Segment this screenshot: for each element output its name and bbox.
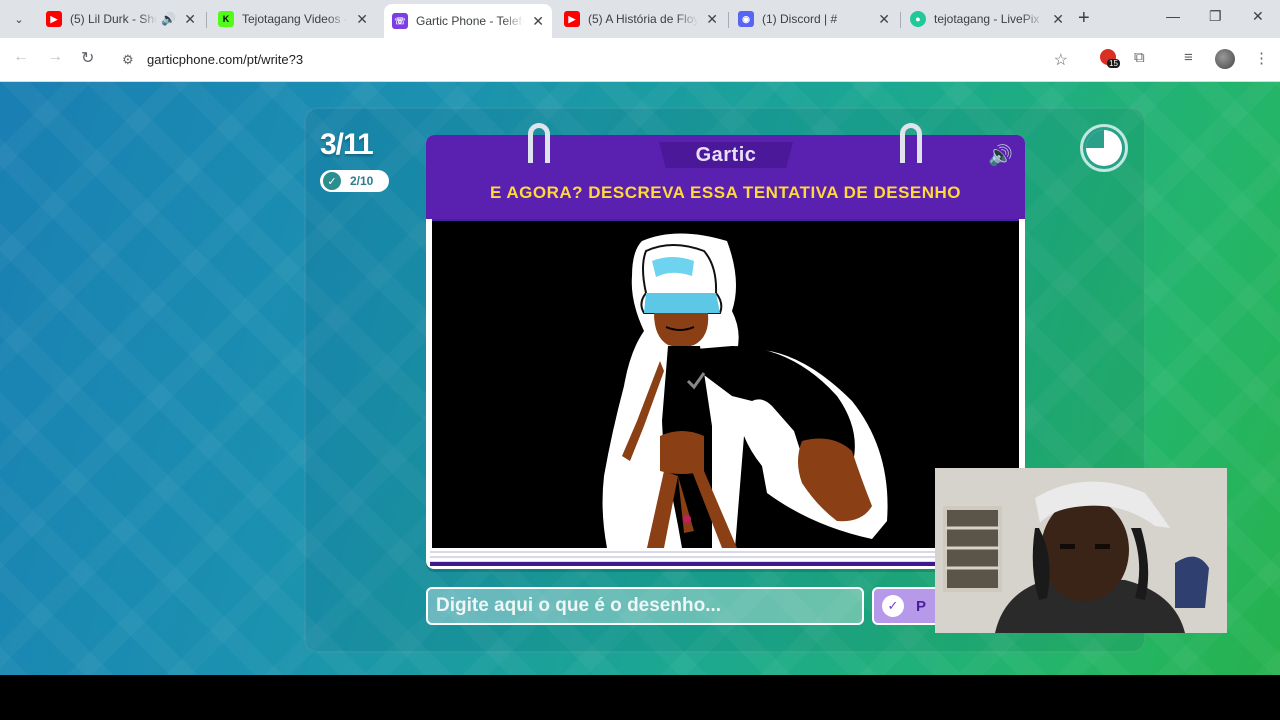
tab-title: tejotagang - LivePix [934,12,1040,26]
close-icon[interactable]: ✕ [356,11,368,28]
tab-gartic-phone[interactable]: ☏ Gartic Phone - Telefone ✕ [384,4,552,38]
address-bar[interactable]: ⚙ garticphone.com/pt/write?3 ☆ [112,44,1082,76]
webcam-overlay [935,468,1227,633]
drawing-image [602,233,888,548]
forward-icon[interactable]: → [47,48,63,66]
back-icon[interactable]: ← [13,48,29,66]
gartic-logo: Gartic [695,144,757,166]
close-icon[interactable]: ✕ [878,11,890,28]
close-icon[interactable]: ✕ [706,11,718,28]
drawing-canvas [432,221,1019,548]
close-icon[interactable]: ✕ [532,13,544,30]
check-icon: ✓ [323,172,341,190]
extensions-puzzle-icon[interactable]: ⧉ [1134,49,1145,66]
close-icon[interactable]: ✕ [184,11,196,28]
taskbar-area [0,675,1280,720]
youtube-icon: ▶ [46,11,62,27]
tab-title: (5) A História de Floyd [588,12,699,26]
profile-avatar[interactable] [1215,49,1235,69]
timer-icon [1080,124,1128,172]
players-done-count: 2/10 [350,174,374,188]
livepix-icon: ● [910,11,926,27]
restore-icon[interactable]: ❐ [1209,8,1222,25]
round-counter: 3/11 [320,128,374,161]
tab-search-icon[interactable]: ⌄ [8,8,30,30]
players-done-badge: ✓ 2/10 [320,170,389,192]
window-close-icon[interactable]: ✕ [1252,8,1264,25]
speaker-icon[interactable]: 🔊 [988,143,1013,168]
extension-badge: 15 [1107,59,1120,68]
new-tab-button[interactable]: + [1078,8,1090,28]
youtube-icon: ▶ [564,11,580,27]
tab-tejotagang-videos[interactable]: K Tejotagang Videos - Vid ✕ [210,4,376,34]
media-control-icon[interactable]: ≡ [1184,49,1193,66]
submit-label: P [916,597,927,615]
bookmark-star-icon[interactable]: ☆ [1054,50,1068,70]
tab-livepix[interactable]: ● tejotagang - LivePix ✕ [902,4,1072,34]
tab-title: Tejotagang Videos - Vid [242,12,348,26]
tab-title: (1) Discord | # [762,12,838,26]
ring-left [528,123,550,163]
tab-historia-floyd[interactable]: ▶ (5) A História de Floyd ✕ [556,4,726,34]
kick-icon: K [218,11,234,27]
browser-tabstrip: ⌄ ▶ (5) Lil Durk - Should 🔊 ✕ K Tejotaga… [0,0,1280,38]
description-input[interactable] [426,587,864,625]
ring-right [900,123,922,163]
minimize-icon[interactable]: — [1166,8,1180,24]
instruction-text: E AGORA? DESCREVA ESSA TENTATIVA DE DESE… [489,183,962,202]
gartic-icon: ☏ [392,13,408,29]
browser-toolbar: ← → ↻ ⚙ garticphone.com/pt/write?3 ☆ [0,38,1280,82]
notebook-pages [430,548,1021,566]
reload-icon[interactable]: ↻ [81,48,94,68]
close-icon[interactable]: ✕ [1052,11,1064,28]
tab-title: Gartic Phone - Telefone [416,14,524,28]
tab-lil-durk[interactable]: ▶ (5) Lil Durk - Should 🔊 ✕ [38,4,204,34]
tab-title: (5) Lil Durk - Should [70,12,157,26]
check-icon: ✓ [882,595,904,617]
url-text[interactable]: garticphone.com/pt/write?3 [147,52,303,67]
speaker-icon[interactable]: 🔊 [161,12,176,26]
site-settings-icon[interactable]: ⚙ [122,52,134,68]
tab-discord[interactable]: ◉ (1) Discord | # ✕ [730,4,898,34]
menu-kebab-icon[interactable]: ⋮ [1254,49,1269,67]
discord-icon: ◉ [738,11,754,27]
notebook-header: Gartic 🔊 E AGORA? DESCREVA ESSA TENTATIV… [426,123,1025,219]
